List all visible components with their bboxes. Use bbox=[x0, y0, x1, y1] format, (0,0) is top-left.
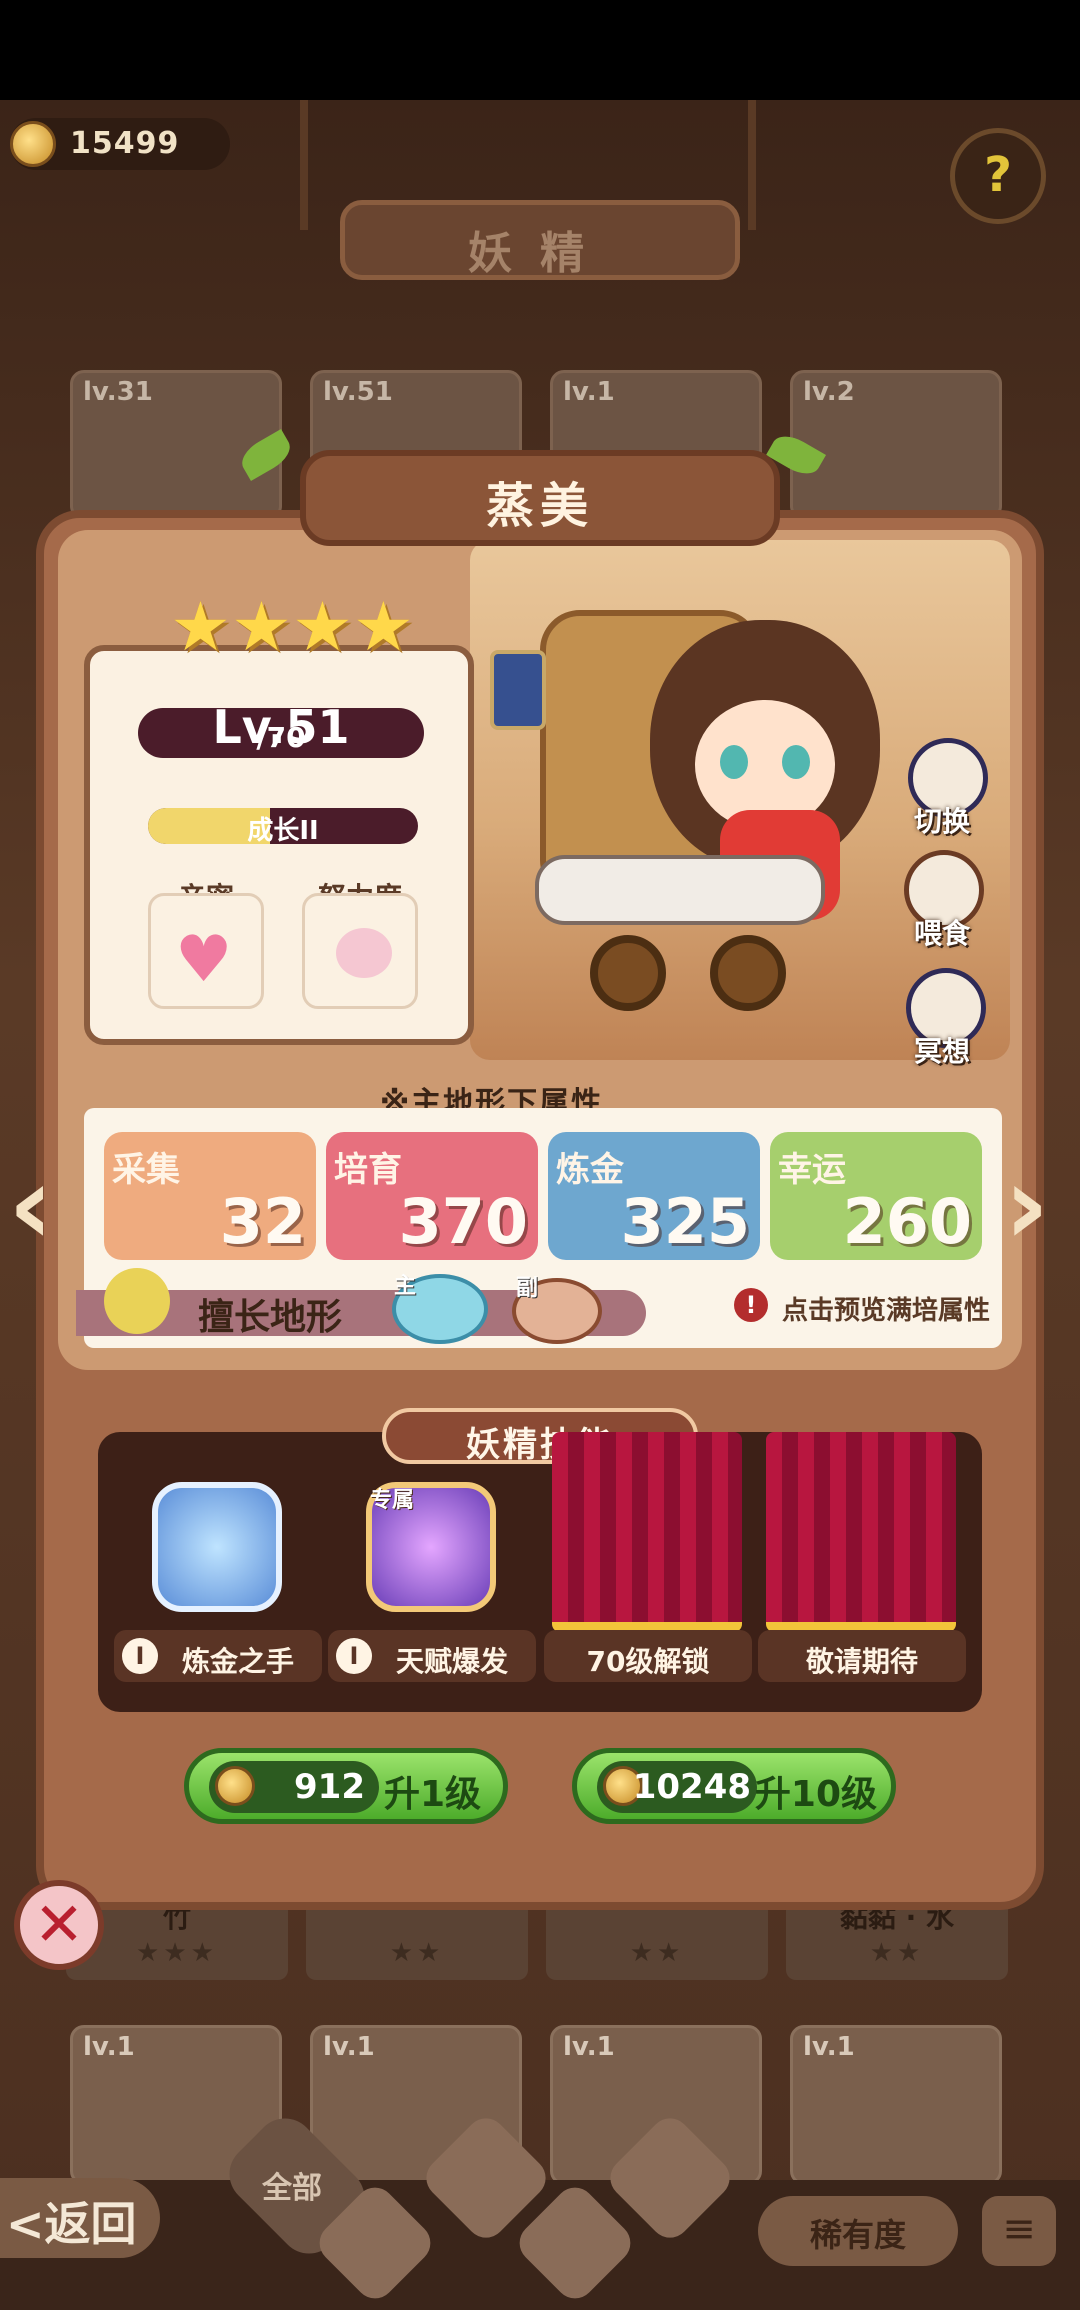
skill-label: 敬请期待 bbox=[805, 1645, 918, 1678]
attribute-value: 370 bbox=[398, 1185, 528, 1258]
coin-icon bbox=[10, 121, 56, 167]
attribute-value: 260 bbox=[842, 1185, 972, 1258]
coin-icon bbox=[215, 1766, 255, 1806]
star-icon: ★ bbox=[230, 588, 292, 667]
skill-alchemy-hand-icon[interactable] bbox=[152, 1482, 282, 1612]
fairy-name-plate: 蒸美 bbox=[300, 450, 780, 546]
terrain-label: 擅长地形 bbox=[198, 1297, 343, 1338]
rarity-label: 稀有度 bbox=[809, 2216, 906, 2254]
star-icon: ★ bbox=[352, 588, 414, 667]
fairy-card-stars: ★★ bbox=[629, 1938, 685, 1968]
upgrade-10-button[interactable]: 10248 升10级 bbox=[572, 1748, 896, 1824]
sort-button[interactable]: ≡ bbox=[982, 2196, 1056, 2266]
sign-rope-right bbox=[748, 100, 756, 230]
level-pill: Lv.51/70 bbox=[138, 700, 424, 758]
sort-icon: ≡ bbox=[1002, 2206, 1036, 2252]
heart-icon: ♥ bbox=[175, 923, 233, 997]
attribute-nurture: 培育 370 bbox=[326, 1132, 538, 1260]
upgrade-1-cost: 912 bbox=[209, 1761, 379, 1813]
filter-all-label: 全部 bbox=[262, 2171, 322, 2206]
skill-locked-70: 70级解锁 bbox=[544, 1630, 752, 1682]
switch-label: 切换 bbox=[914, 805, 971, 838]
coin-counter: 15499 bbox=[10, 118, 230, 170]
exclusive-tag: 专属 bbox=[370, 1488, 415, 1513]
star-icon: ★ bbox=[291, 588, 353, 667]
fairy-card-level: lv.1 bbox=[83, 2032, 135, 2062]
fairy-card[interactable]: lv.1 bbox=[790, 2025, 1002, 2185]
card-icon[interactable] bbox=[490, 650, 546, 730]
fairy-card-level: lv.1 bbox=[563, 2032, 615, 2062]
next-fairy-arrow[interactable]: › bbox=[1004, 1150, 1064, 1270]
prev-fairy-arrow[interactable]: ‹ bbox=[8, 1150, 68, 1270]
attribute-name: 培育 bbox=[334, 1150, 402, 1190]
skill-label: 炼金之手 bbox=[181, 1645, 294, 1678]
fairy-card-level: lv.51 bbox=[323, 377, 393, 407]
meditate-label: 冥想 bbox=[914, 1035, 971, 1068]
star-rating: ★★★★ bbox=[170, 588, 414, 667]
growth-bar: 成长II bbox=[148, 808, 418, 844]
fairy-card-level: lv.31 bbox=[83, 377, 153, 407]
terrain-sub-tag: 副 bbox=[516, 1276, 539, 1301]
upgrade-1-button[interactable]: 912 升1级 bbox=[184, 1748, 508, 1824]
feed-label: 喂食 bbox=[914, 917, 971, 950]
sign-rope-left bbox=[300, 100, 308, 230]
effort-face-icon bbox=[336, 928, 392, 978]
fairy-card[interactable]: lv.31 bbox=[70, 370, 282, 520]
close-icon: ✕ bbox=[33, 1890, 85, 1960]
coin-amount: 15499 bbox=[70, 126, 180, 161]
skill-label: 天赋爆发 bbox=[395, 1645, 508, 1678]
attribute-luck: 幸运 260 bbox=[770, 1132, 982, 1260]
attribute-value: 325 bbox=[620, 1185, 750, 1258]
fairy-eye-art bbox=[782, 745, 810, 779]
growth-label: 成长II bbox=[247, 816, 319, 844]
attribute-name: 幸运 bbox=[778, 1150, 846, 1190]
attribute-value: 32 bbox=[219, 1185, 306, 1258]
close-button[interactable]: ✕ bbox=[14, 1880, 104, 1970]
info-icon: I bbox=[122, 1638, 158, 1674]
warning-icon: ! bbox=[734, 1288, 768, 1322]
attribute-name: 采集 bbox=[112, 1150, 180, 1190]
fairy-card-level: lv.1 bbox=[323, 2032, 375, 2062]
cart-art bbox=[535, 855, 825, 925]
fairy-card-stars: ★★ bbox=[389, 1938, 445, 1968]
cart-wheel-art bbox=[710, 935, 786, 1011]
help-icon: ? bbox=[984, 147, 1012, 203]
upgrade-10-label: 升10级 bbox=[754, 1774, 877, 1815]
preview-hint[interactable]: 点击预览满培属性 bbox=[782, 1290, 990, 1327]
back-label: <返回 bbox=[6, 2197, 137, 2251]
fairy-name: 蒸美 bbox=[485, 478, 594, 534]
skill-coming-soon: 敬请期待 bbox=[758, 1630, 966, 1682]
locked-skill-curtain bbox=[552, 1432, 742, 1632]
upgrade-10-cost-value: 10248 bbox=[632, 1767, 751, 1807]
skill-label: 70级解锁 bbox=[586, 1645, 710, 1678]
upgrade-10-cost: 10248 bbox=[597, 1761, 757, 1813]
fairy-card-level: lv.1 bbox=[563, 377, 615, 407]
fairy-card[interactable]: lv.2 bbox=[790, 370, 1002, 520]
help-button[interactable]: ? bbox=[950, 128, 1046, 224]
cart-wheel-art bbox=[590, 935, 666, 1011]
terrain-hint-icon bbox=[104, 1268, 170, 1334]
skill-alchemy-hand[interactable]: I 炼金之手 bbox=[114, 1630, 322, 1682]
fairy-card-stars: ★★ bbox=[869, 1938, 925, 1968]
attribute-name: 炼金 bbox=[556, 1150, 624, 1190]
info-icon: I bbox=[336, 1638, 372, 1674]
level-value: Lv.51 bbox=[212, 700, 350, 754]
upgrade-1-label: 升1级 bbox=[383, 1774, 481, 1815]
upgrade-1-cost-value: 912 bbox=[294, 1767, 365, 1807]
fairy-card-level: lv.1 bbox=[803, 2032, 855, 2062]
attribute-alchemy: 炼金 325 bbox=[548, 1132, 760, 1260]
star-icon: ★ bbox=[170, 588, 231, 667]
fairy-eye-art bbox=[720, 745, 748, 779]
skill-talent-burst[interactable]: I 天赋爆发 bbox=[328, 1630, 536, 1682]
coming-soon-curtain bbox=[766, 1432, 956, 1632]
back-button[interactable]: <返回 bbox=[0, 2178, 160, 2258]
attribute-gather: 采集 32 bbox=[104, 1132, 316, 1260]
rarity-sort-button[interactable]: 稀有度 bbox=[758, 2196, 958, 2266]
terrain-main-tag: 主 bbox=[394, 1274, 417, 1299]
page-title: 妖精 bbox=[468, 228, 612, 279]
fairy-card-level: lv.2 bbox=[803, 377, 855, 407]
page-title-sign: 妖精 bbox=[340, 200, 740, 280]
